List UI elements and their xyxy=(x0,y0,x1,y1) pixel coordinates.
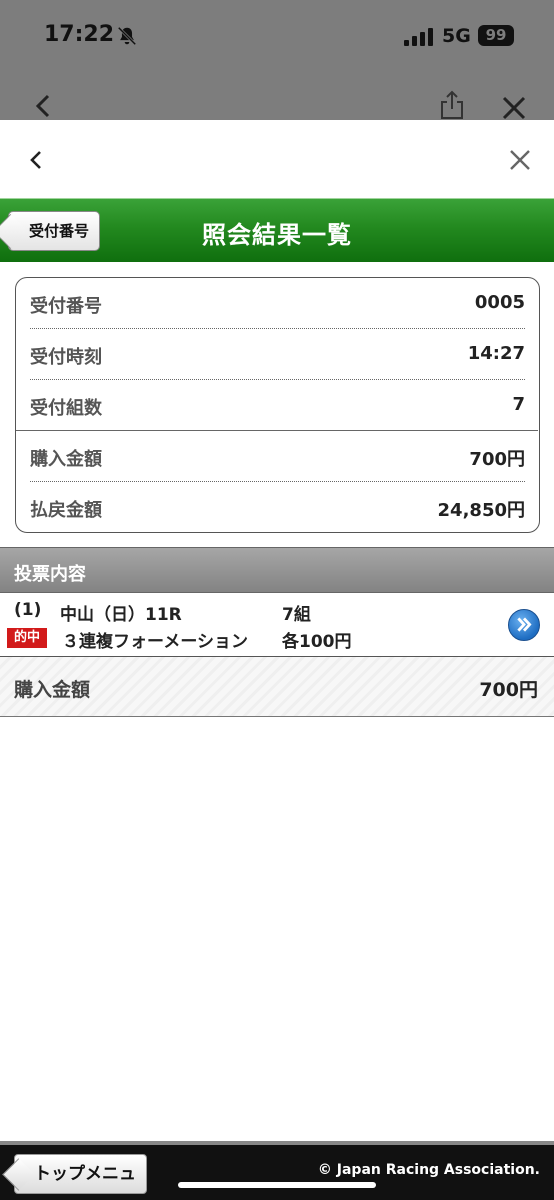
close-icon[interactable] xyxy=(502,96,526,120)
page-title: 照会結果一覧 xyxy=(202,221,352,249)
info-label: 払戻金額 xyxy=(30,500,102,521)
total-value: 700円 xyxy=(479,679,538,701)
info-value: 0005 xyxy=(474,292,525,313)
info-row: 受付組数 7 xyxy=(30,380,525,431)
bet-unit: 各100円 xyxy=(282,632,352,652)
info-label: 購入金額 xyxy=(30,449,102,470)
network-label: 5G xyxy=(442,25,471,47)
info-value: 14:27 xyxy=(467,343,525,364)
total-row: 購入金額 700円 xyxy=(0,657,554,717)
total-label: 購入金額 xyxy=(14,679,91,701)
bet-row[interactable]: (1) 中山（日）11R 7組 的中 ３連複フォーメーション 各100円 xyxy=(0,593,554,657)
page-header: 受付番号 照会結果一覧 xyxy=(0,198,554,262)
share-icon[interactable] xyxy=(440,90,464,120)
info-row: 受付時刻 14:27 xyxy=(30,329,525,380)
battery-indicator: 99 xyxy=(478,25,514,46)
info-value: 24,850円 xyxy=(437,500,525,521)
info-row: 受付番号 0005 xyxy=(30,278,525,329)
section-title: 投票内容 xyxy=(14,564,86,585)
chevron-left-icon[interactable] xyxy=(26,148,46,172)
status-time: 17:22 xyxy=(44,22,115,47)
sheet-nav xyxy=(0,120,554,198)
info-value: 700円 xyxy=(469,449,525,470)
footer: トップメニュー © Japan Racing Association. xyxy=(0,1141,554,1200)
chevron-right-circle-icon[interactable] xyxy=(508,609,540,641)
hit-badge: 的中 xyxy=(7,628,47,648)
info-label: 受付時刻 xyxy=(30,347,102,368)
copyright: © Japan Racing Association. xyxy=(317,1162,540,1178)
top-menu-button[interactable]: トップメニュー xyxy=(14,1154,147,1194)
info-label: 受付組数 xyxy=(30,398,102,419)
section-header: 投票内容 xyxy=(0,547,554,593)
info-row: 払戻金額 24,850円 xyxy=(30,482,525,533)
bet-race: 中山（日）11R xyxy=(60,605,182,625)
info-label: 受付番号 xyxy=(30,296,102,317)
top-menu-label: トップメニュー xyxy=(34,1164,136,1184)
info-card: 受付番号 0005 受付時刻 14:27 受付組数 7 購入金額 700円 払戻… xyxy=(15,277,540,533)
info-row: 購入金額 700円 xyxy=(30,431,525,482)
bell-slash-icon xyxy=(117,26,137,46)
bet-number: (1) xyxy=(14,600,42,620)
signal-bars-icon xyxy=(404,28,433,46)
close-icon[interactable] xyxy=(508,148,532,172)
bet-count: 7組 xyxy=(282,605,311,625)
info-value: 7 xyxy=(512,394,525,415)
sheet: 受付番号 照会結果一覧 受付番号 0005 受付時刻 14:27 受付組数 7 … xyxy=(0,120,554,1200)
chevron-left-icon[interactable] xyxy=(34,94,52,118)
dimmed-background: 17:22 5G 99 xyxy=(0,0,554,120)
browser-toolbar xyxy=(0,84,554,120)
bet-type: ３連複フォーメーション xyxy=(62,632,248,652)
status-bar: 17:22 5G 99 xyxy=(0,0,554,72)
home-indicator xyxy=(178,1182,376,1188)
